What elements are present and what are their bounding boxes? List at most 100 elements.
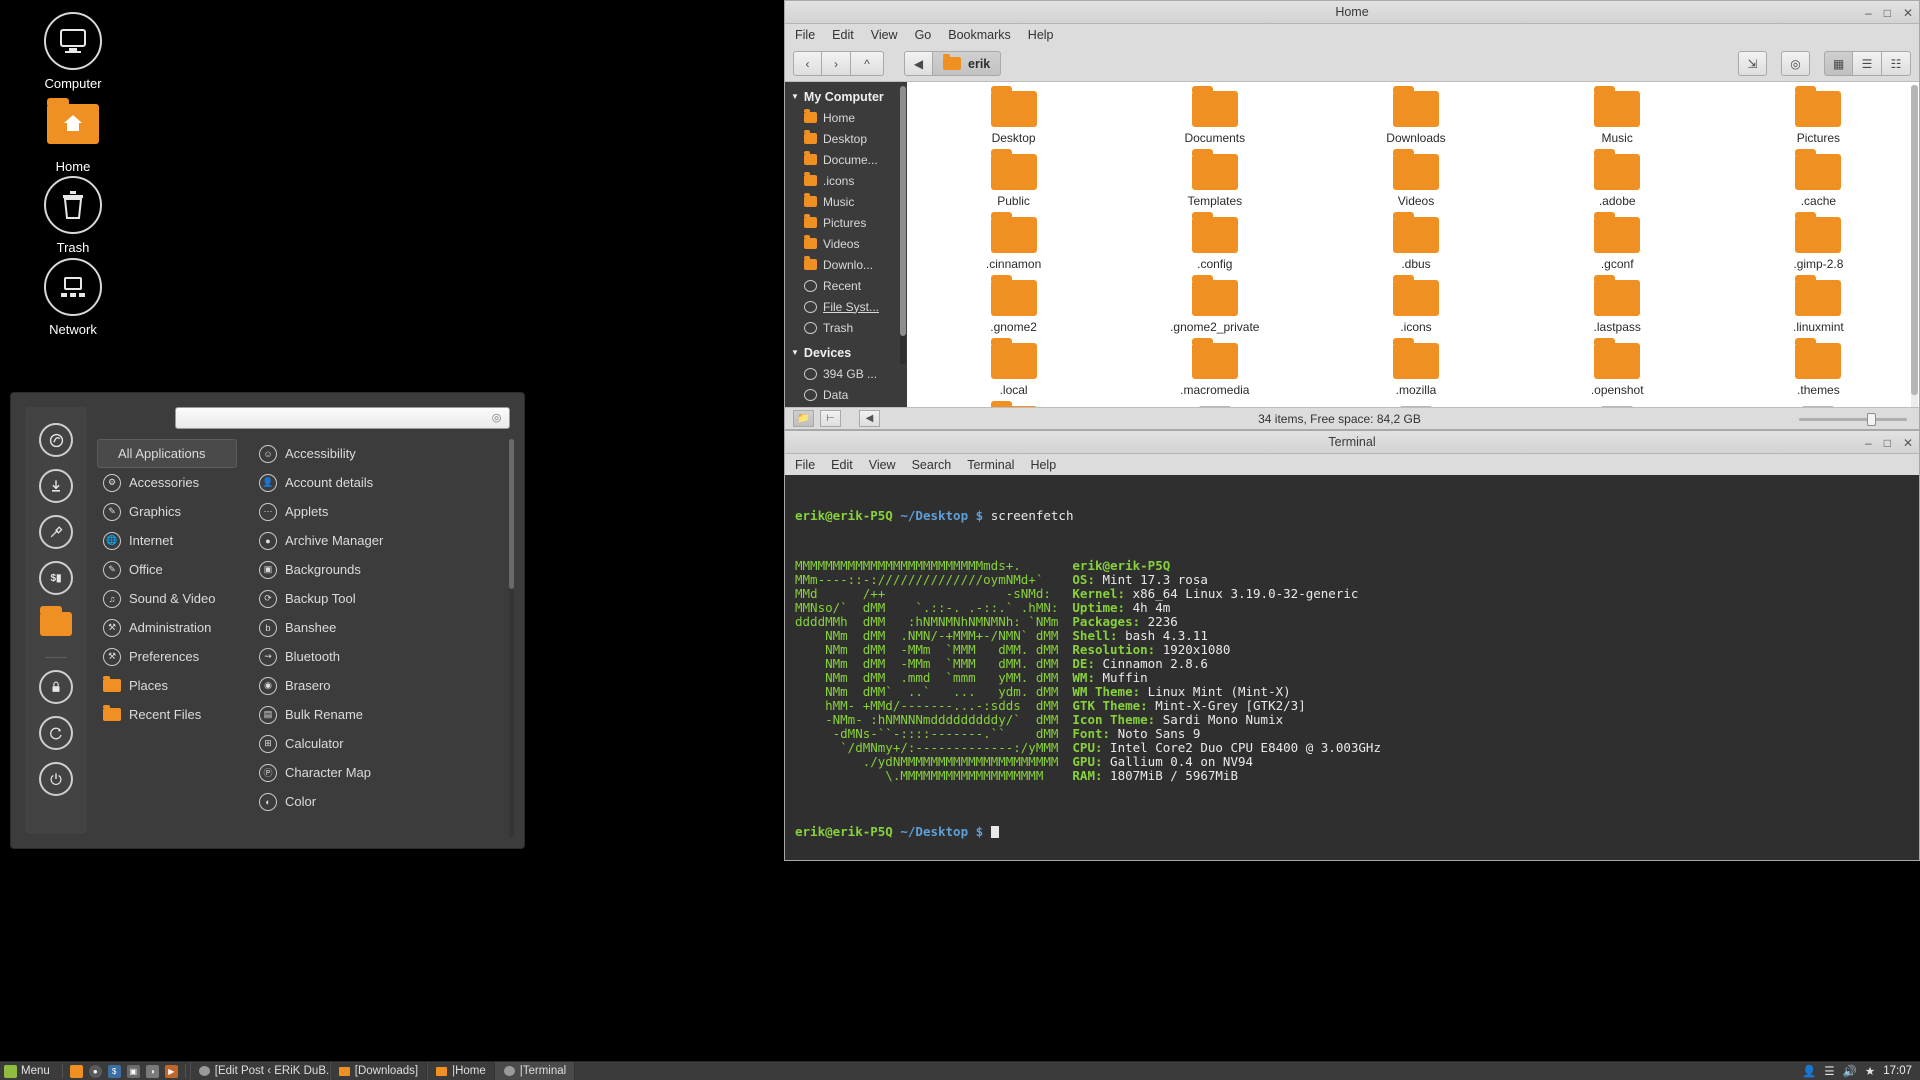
file-item-folder[interactable]: .icons xyxy=(1315,275,1516,340)
sidebar-item-music[interactable]: Music xyxy=(785,191,907,212)
file-item-folder[interactable]: .config xyxy=(1114,212,1315,277)
back-button[interactable]: ‹ xyxy=(793,51,822,76)
app-banshee[interactable]: b Banshee xyxy=(253,613,514,642)
sidebar-item-documents[interactable]: Docume... xyxy=(785,149,907,170)
minimize-icon[interactable]: – xyxy=(1865,6,1872,20)
media-launcher[interactable]: ▶ xyxy=(162,1062,181,1080)
taskbar-window-home[interactable]: |Home xyxy=(427,1061,495,1080)
file-manager-sidebar[interactable]: ▼ My Computer Home Desktop Docume... .ic… xyxy=(785,82,907,407)
volume-icon[interactable]: 🔊 xyxy=(1843,1064,1857,1078)
quit-icon[interactable] xyxy=(39,762,73,796)
files-icon[interactable] xyxy=(39,606,73,641)
software-launcher[interactable]: ▣ xyxy=(124,1062,143,1080)
taskbar-window-downloads[interactable]: [Downloads] xyxy=(329,1061,428,1080)
clock[interactable]: 17:07 xyxy=(1883,1065,1912,1077)
app-applets[interactable]: ⋯ Applets xyxy=(253,497,514,526)
sidebar-item-trash[interactable]: Trash xyxy=(785,317,907,338)
application-list[interactable]: ☺ Accessibility 👤 Account details ⋯ Appl… xyxy=(237,439,514,838)
menu-view[interactable]: View xyxy=(869,458,896,472)
software-manager-icon[interactable] xyxy=(39,469,73,503)
app-bluetooth[interactable]: ⇝ Bluetooth xyxy=(253,642,514,671)
taskbar-window-firefox[interactable]: [Edit Post ‹ ERiK DuB... xyxy=(189,1061,330,1080)
file-item-folder[interactable]: .thumbnails xyxy=(913,401,1114,407)
app-accessibility[interactable]: ☺ Accessibility xyxy=(253,439,514,468)
menu-file[interactable]: File xyxy=(795,458,815,472)
file-item-folder[interactable]: Music xyxy=(1517,86,1718,151)
file-item-folder[interactable]: .linuxmint xyxy=(1718,275,1919,340)
network-icon[interactable]: ☰ xyxy=(1824,1064,1834,1078)
file-item-folder[interactable]: Templates xyxy=(1114,149,1315,214)
menu-button[interactable]: Menu xyxy=(0,1062,58,1080)
desktop-icon-home[interactable]: Home xyxy=(18,95,128,174)
forward-button[interactable]: › xyxy=(822,51,851,76)
category-places[interactable]: Places xyxy=(97,671,237,700)
menu-bookmarks[interactable]: Bookmarks xyxy=(948,28,1011,42)
files-launcher[interactable] xyxy=(67,1062,86,1080)
firefox-launcher[interactable]: ● xyxy=(86,1062,105,1080)
sidebar-item-pictures[interactable]: Pictures xyxy=(785,212,907,233)
category-preferences[interactable]: ⚒ Preferences xyxy=(97,642,237,671)
lock-screen-icon[interactable] xyxy=(39,670,73,704)
file-item-folder[interactable]: .macromedia xyxy=(1114,338,1315,403)
file-item-folder[interactable]: .gnome2 xyxy=(913,275,1114,340)
location-icon[interactable]: ◎ xyxy=(1781,51,1810,76)
breadcrumb-prev-button[interactable]: ◀ xyxy=(904,51,933,76)
file-item-folder[interactable]: .gnome2_private xyxy=(1114,275,1315,340)
toggle-tree-icon[interactable]: ⊢ xyxy=(820,410,841,427)
file-item-file[interactable]: .bash_history xyxy=(1114,403,1315,407)
search-input[interactable] xyxy=(175,407,510,429)
terminal-icon[interactable]: $▮ xyxy=(39,561,73,595)
sidebar-item-downloads[interactable]: Downlo... xyxy=(785,254,907,275)
file-item-folder[interactable]: Downloads xyxy=(1315,86,1516,151)
taskbar-window-terminal[interactable]: |Terminal xyxy=(494,1061,576,1080)
category-administration[interactable]: ⚒ Administration xyxy=(97,613,237,642)
app-account-details[interactable]: 👤 Account details xyxy=(253,468,514,497)
toggle-places-icon[interactable]: 📁 xyxy=(793,410,814,427)
up-button[interactable]: ^ xyxy=(851,51,884,76)
sidebar-item-data[interactable]: Data xyxy=(785,384,907,405)
file-item-folder[interactable]: .adobe xyxy=(1517,149,1718,214)
update-icon[interactable]: ★ xyxy=(1865,1064,1875,1078)
file-list-area[interactable]: Desktop Documents Downloads Music Pictures Pu… xyxy=(907,82,1919,407)
logout-icon[interactable] xyxy=(39,716,73,750)
file-item-folder[interactable]: .themes xyxy=(1718,338,1919,403)
firefox-icon[interactable] xyxy=(39,423,73,457)
category-office[interactable]: ✎ Office xyxy=(97,555,237,584)
terminal-titlebar[interactable]: Terminal – □ ✕ xyxy=(785,431,1919,454)
sidebar-section-my-computer[interactable]: ▼ My Computer xyxy=(785,86,907,107)
file-item-folder[interactable]: Videos xyxy=(1315,149,1516,214)
app-calculator[interactable]: ⊞ Calculator xyxy=(253,729,514,758)
category-accessories[interactable]: ⚙ Accessories xyxy=(97,468,237,497)
menu-terminal[interactable]: Terminal xyxy=(967,458,1014,472)
menu-view[interactable]: View xyxy=(871,28,898,42)
sidebar-item-floppy[interactable]: Floppy D... xyxy=(785,405,907,407)
sidebar-section-devices[interactable]: ▼ Devices xyxy=(785,342,907,363)
menu-edit[interactable]: Edit xyxy=(831,458,853,472)
file-item-folder[interactable]: .lastpass xyxy=(1517,275,1718,340)
file-item-folder[interactable]: .local xyxy=(913,338,1114,403)
menu-help[interactable]: Help xyxy=(1028,28,1054,42)
app-color[interactable]: ◐ Color xyxy=(253,787,514,816)
file-item-folder[interactable]: Desktop xyxy=(913,86,1114,151)
application-list-scrollbar[interactable] xyxy=(509,439,514,838)
sidebar-item-home[interactable]: Home xyxy=(785,107,907,128)
category-internet[interactable]: 🌐 Internet xyxy=(97,526,237,555)
file-item-folder[interactable]: .gimp-2.8 xyxy=(1718,212,1919,277)
menu-edit[interactable]: Edit xyxy=(832,28,854,42)
file-item-folder[interactable]: .cinnamon xyxy=(913,212,1114,277)
category-all-applications[interactable]: All Applications xyxy=(97,439,237,468)
terminal-launcher[interactable]: $ xyxy=(105,1062,124,1080)
search-clear-icon[interactable]: ◎ xyxy=(490,411,503,424)
file-item-folder[interactable]: .cache xyxy=(1718,149,1919,214)
icon-view-icon[interactable]: ▦ xyxy=(1824,51,1853,76)
file-list-scrollbar[interactable] xyxy=(1911,85,1918,407)
application-menu[interactable]: $▮ ◎ All Applications ⚙ Accessories ✎ Gr… xyxy=(10,392,525,849)
file-item-file[interactable]: .gksu.lock xyxy=(1718,403,1919,407)
file-item-folder[interactable]: .mozilla xyxy=(1315,338,1516,403)
sidebar-item-file-system[interactable]: File Syst... xyxy=(785,296,907,317)
file-item-folder[interactable]: Documents xyxy=(1114,86,1315,151)
app-bulk-rename[interactable]: ▤ Bulk Rename xyxy=(253,700,514,729)
compact-view-icon[interactable]: ☷ xyxy=(1882,51,1911,76)
minimize-icon[interactable]: – xyxy=(1865,436,1872,450)
file-item-folder[interactable]: .openshot xyxy=(1517,338,1718,403)
